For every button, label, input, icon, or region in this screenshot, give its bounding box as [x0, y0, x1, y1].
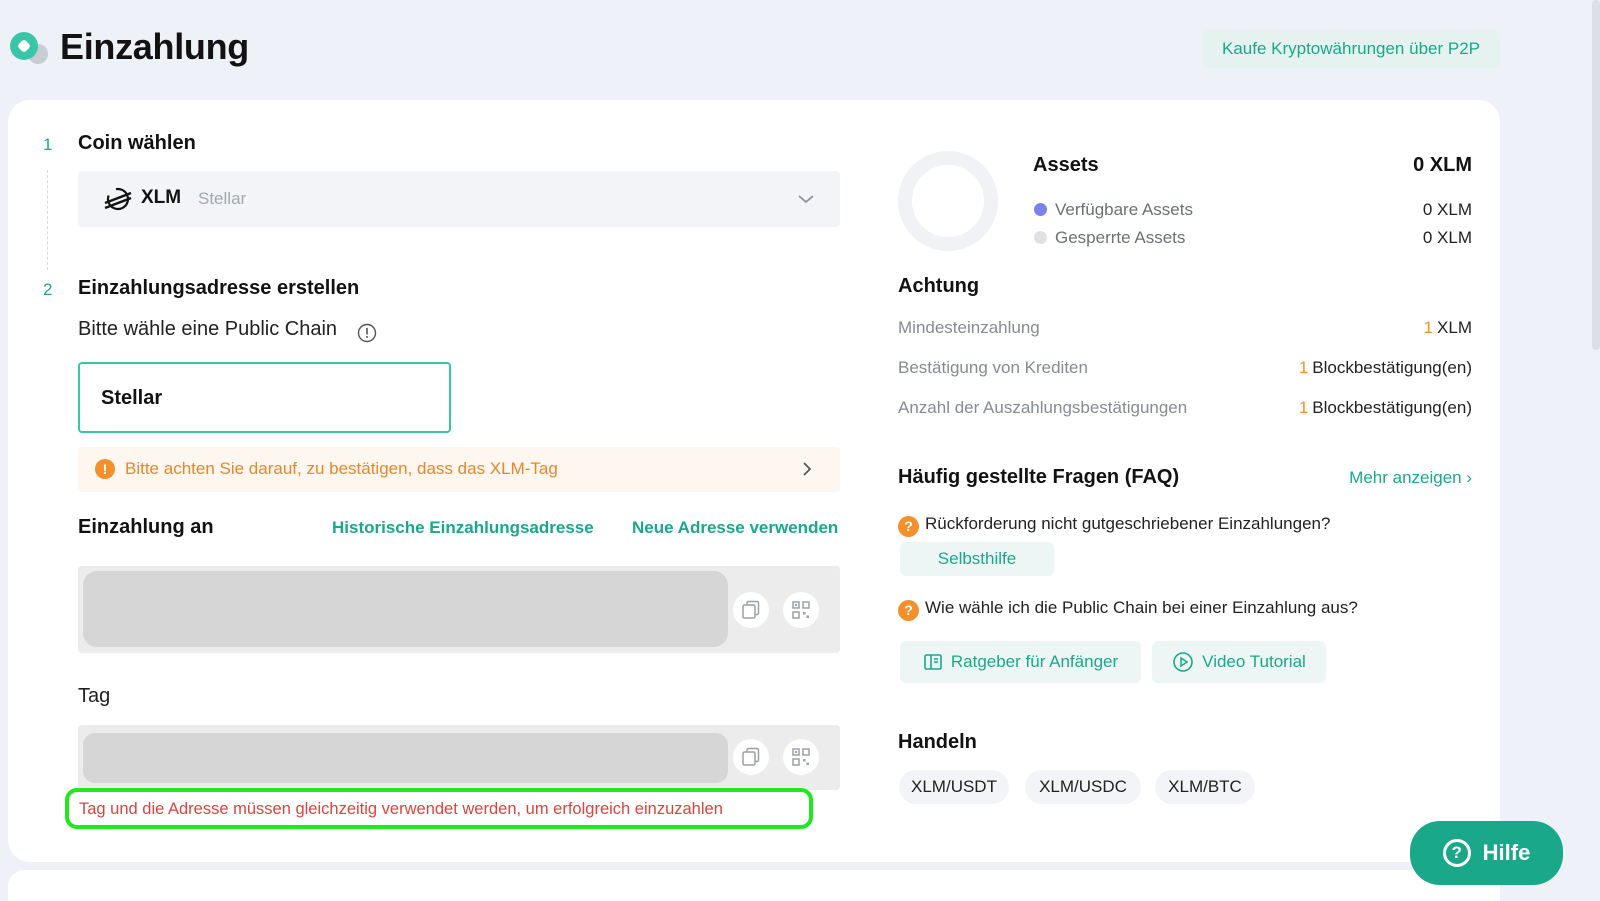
page-header: Einzahlung Kaufe Kryptowährungen über P2…: [0, 0, 1600, 100]
tag-notice-text: Bitte achten Sie darauf, zu bestätigen, …: [125, 459, 558, 478]
logo-icon: [10, 32, 50, 66]
step-title-coin: Coin wählen: [78, 132, 196, 154]
step-title-address: Einzahlungsadresse erstellen: [78, 277, 360, 299]
coin-name: Stellar: [198, 189, 247, 208]
copy-tag-button[interactable]: [733, 739, 769, 775]
locked-assets-label: Gesperrte Assets: [1055, 228, 1186, 247]
locked-legend-dot: [1034, 231, 1047, 244]
help-icon: ?: [1442, 839, 1471, 867]
book-icon: [924, 654, 942, 670]
buy-crypto-p2p-button[interactable]: Kaufe Kryptowährungen über P2P: [1202, 30, 1500, 68]
faq-question-1[interactable]: ? Rückforderung nicht gutgeschriebener Ei…: [898, 514, 1330, 537]
copy-icon: [742, 600, 760, 619]
help-label: Hilfe: [1482, 840, 1531, 865]
faq-question-2[interactable]: ? Wie wähle ich die Public Chain bei eine…: [898, 598, 1358, 621]
coin-select-dropdown[interactable]: XLM Stellar: [78, 171, 840, 227]
tag-label: Tag: [78, 685, 111, 707]
play-circle-icon: [1173, 652, 1193, 672]
copy-icon: [742, 747, 760, 766]
info-icon[interactable]: [357, 323, 377, 343]
beginner-guide-label: Ratgeber für Anfänger: [950, 652, 1119, 671]
credit-confirmation-label: Bestätigung von Krediten: [898, 358, 1088, 377]
min-deposit-value: 1 XLM: [1423, 318, 1472, 337]
chevron-down-icon: [798, 195, 814, 204]
qr-code-icon: [792, 748, 810, 766]
help-button[interactable]: ? Hilfe: [1410, 821, 1563, 885]
credit-confirmation-value: 1 Blockbestätigung(en): [1298, 358, 1472, 377]
chain-option-label: Stellar: [101, 387, 163, 409]
available-assets-label: Verfügbare Assets: [1055, 200, 1193, 219]
tag-notice-banner[interactable]: ! Bitte achten Sie darauf, zu bestätigen…: [78, 447, 840, 492]
deposit-address-box: [78, 566, 840, 653]
tag-warning-text: Tag und die Adresse müssen gleichzeitig …: [79, 800, 723, 818]
tag-qr-button[interactable]: [783, 739, 819, 775]
qr-code-icon: [792, 601, 810, 619]
step-connector: [47, 170, 48, 270]
pair-xlm-usdt[interactable]: XLM/USDT: [899, 770, 1009, 804]
pair-xlm-usdc[interactable]: XLM/USDC: [1025, 770, 1141, 804]
page-scrollbar[interactable]: [1592, 0, 1600, 350]
withdrawal-confirmation-label: Anzahl der Auszahlungsbestätigungen: [898, 398, 1188, 417]
tag-box: [78, 725, 840, 790]
faq-title: Häufig gestellte Fragen (FAQ): [898, 466, 1180, 488]
coin-symbol: XLM: [141, 187, 182, 208]
locked-assets-value: 0 XLM: [1422, 228, 1472, 247]
assets-title: Assets: [1033, 154, 1099, 176]
question-icon: ?: [898, 516, 919, 537]
chain-label: Bitte wähle eine Public Chain: [78, 318, 338, 340]
stellar-icon: [104, 187, 132, 211]
chain-option-stellar[interactable]: Stellar: [78, 362, 451, 433]
address-qr-button[interactable]: [783, 592, 819, 628]
assets-total: 0 XLM: [1413, 154, 1472, 176]
warning-icon: !: [95, 459, 115, 479]
tag-field[interactable]: [83, 733, 728, 783]
tag-warning-highlight: Tag und die Adresse müssen gleichzeitig …: [65, 788, 813, 829]
lower-card-edge: [8, 870, 1500, 901]
available-legend-dot: [1034, 203, 1047, 216]
min-deposit-label: Mindesteinzahlung: [898, 318, 1040, 337]
step-number-2: 2: [43, 280, 53, 299]
video-tutorial-button[interactable]: Video Tutorial: [1152, 641, 1326, 683]
available-assets-value: 0 XLM: [1422, 200, 1472, 219]
withdrawal-confirmation-value: 1 Blockbestätigung(en): [1298, 398, 1472, 417]
question-icon: ?: [898, 600, 919, 621]
deposit-to-title: Einzahlung an: [78, 516, 214, 538]
chevron-right-icon: [803, 462, 812, 476]
beginner-guide-button[interactable]: Ratgeber für Anfänger: [900, 641, 1141, 683]
self-help-button[interactable]: Selbsthilfe: [900, 542, 1054, 576]
new-address-link[interactable]: Neue Adresse verwenden: [632, 518, 838, 538]
attention-title: Achtung: [898, 275, 980, 297]
trade-title: Handeln: [898, 731, 977, 753]
page-title: Einzahlung: [60, 26, 249, 67]
copy-address-button[interactable]: [733, 592, 769, 628]
deposit-address-field[interactable]: [83, 571, 728, 647]
show-more-link[interactable]: Mehr anzeigen ›: [1349, 468, 1472, 488]
assets-donut-chart: [898, 151, 998, 251]
history-address-link[interactable]: Historische Einzahlungsadresse: [332, 518, 594, 538]
video-tutorial-label: Video Tutorial: [1202, 652, 1306, 671]
step-number-1: 1: [43, 135, 53, 154]
pair-xlm-btc[interactable]: XLM/BTC: [1155, 770, 1255, 804]
